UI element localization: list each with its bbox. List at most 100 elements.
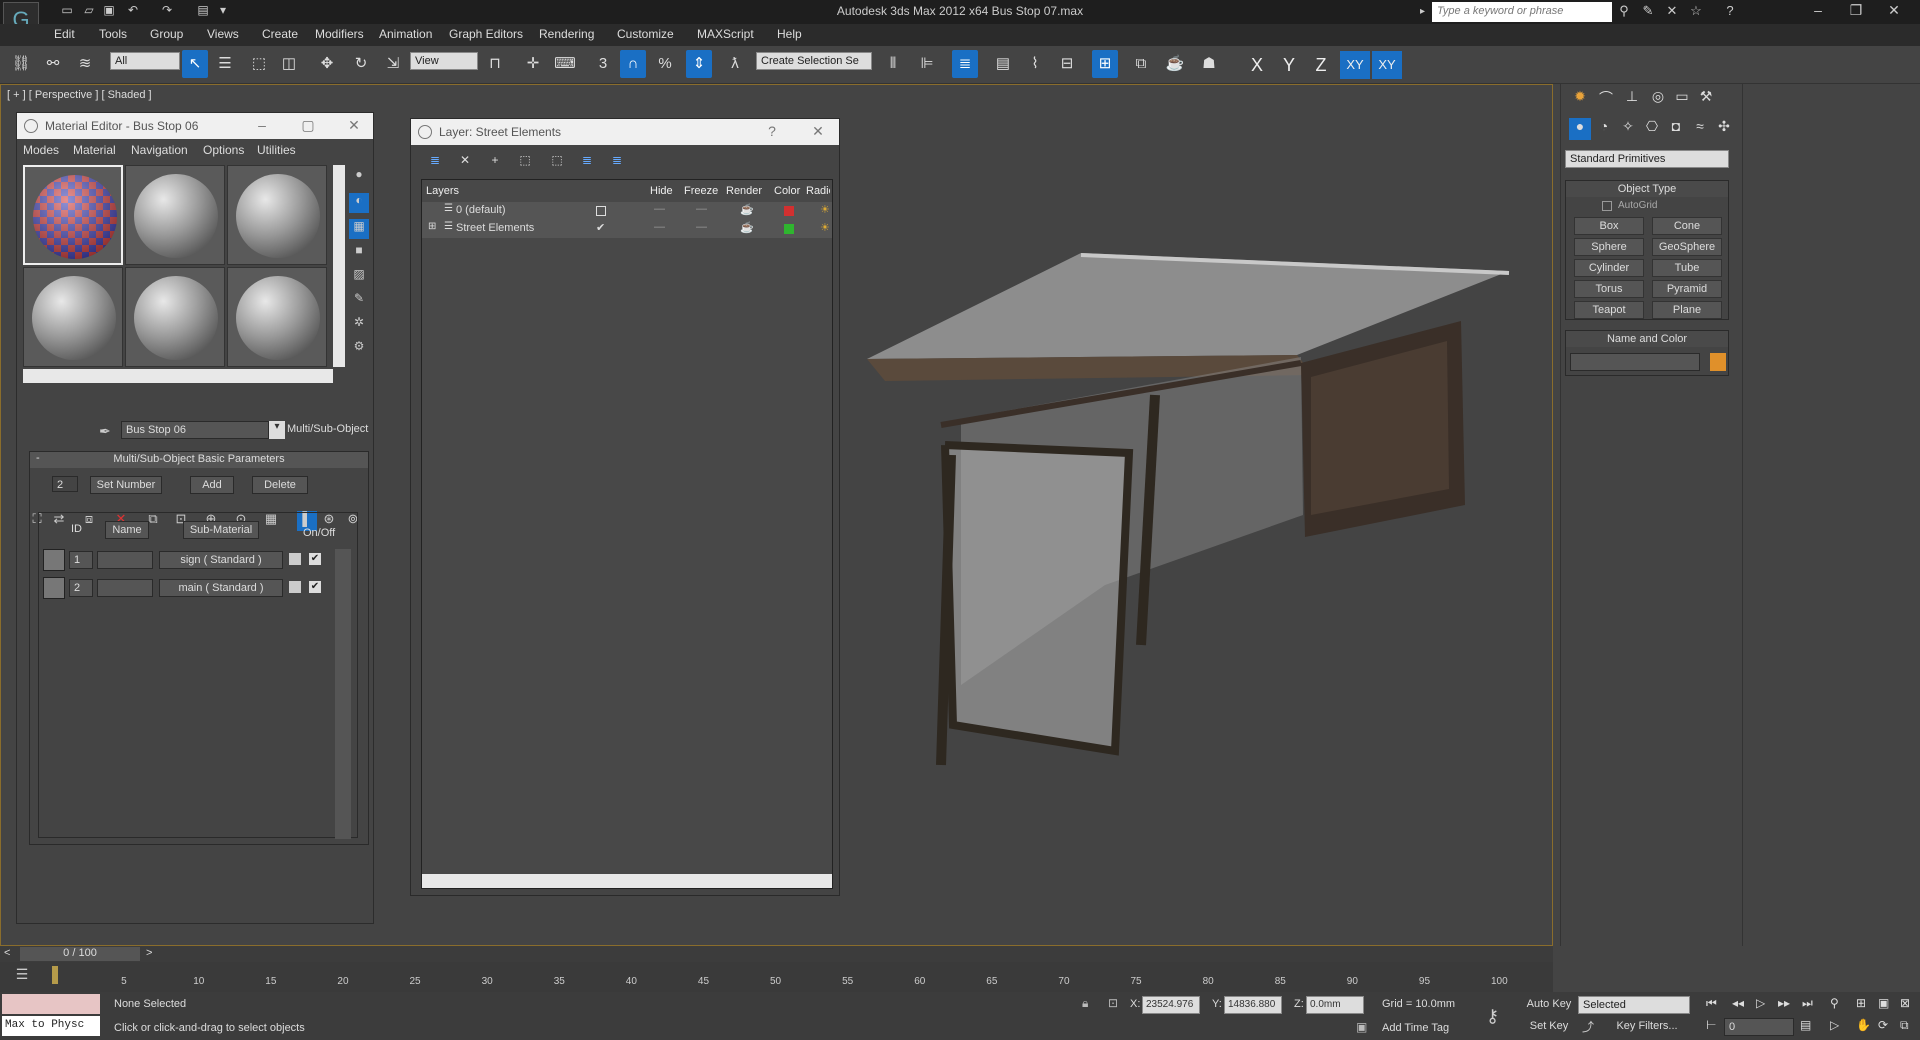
- column-freeze[interactable]: Freeze: [684, 185, 718, 197]
- select-and-move-icon[interactable]: ✥: [314, 50, 340, 78]
- mat-menu-modes[interactable]: Modes: [23, 143, 59, 157]
- communication-icon[interactable]: ✕: [1662, 3, 1682, 21]
- submaterial-enabled-checkbox-2[interactable]: ✔: [309, 581, 321, 593]
- menu-maxscript[interactable]: MAXScript: [697, 27, 754, 41]
- add-button[interactable]: Add: [190, 476, 234, 494]
- menu-group[interactable]: Group: [150, 27, 183, 41]
- keyboard-shortcut-override-icon[interactable]: ⌨: [552, 50, 578, 78]
- box-button[interactable]: Box: [1574, 217, 1644, 235]
- add-to-layer-icon[interactable]: +: [485, 153, 505, 173]
- mat-menu-material[interactable]: Material: [73, 143, 116, 157]
- bind-space-warp-icon[interactable]: ≋: [72, 50, 98, 78]
- hide-toggle[interactable]: —: [654, 221, 665, 233]
- slot-horizontal-scrollbar[interactable]: [23, 369, 333, 383]
- submaterial-id-1[interactable]: 1: [69, 551, 93, 569]
- background-checker-icon[interactable]: ▦: [349, 219, 369, 239]
- selection-filter-dropdown[interactable]: All: [110, 52, 180, 70]
- material-slot-3[interactable]: [227, 165, 327, 265]
- hierarchy-tab-icon[interactable]: ⊥: [1621, 88, 1643, 110]
- key-mode-dropdown[interactable]: Selected: [1578, 996, 1690, 1014]
- sort-by-name-button[interactable]: Name: [105, 521, 149, 539]
- cameras-icon[interactable]: ⎔: [1641, 118, 1663, 140]
- absolute-mode-icon[interactable]: ⊡: [1108, 996, 1118, 1010]
- play-icon[interactable]: ▷: [1756, 996, 1765, 1010]
- space-warps-icon[interactable]: ≈: [1689, 118, 1711, 140]
- cone-button[interactable]: Cone: [1652, 217, 1722, 235]
- geometry-icon[interactable]: ●: [1569, 118, 1591, 140]
- help-search-input[interactable]: Type a keyword or phrase: [1432, 2, 1612, 22]
- layer-manager-window[interactable]: Layer: Street Elements ? ✕ ≣ ✕ + ⬚ ⬚ ≣ ≣…: [410, 118, 840, 896]
- previous-frame-icon[interactable]: ◂◂: [1732, 996, 1744, 1010]
- render-teapot-icon[interactable]: ☕: [740, 203, 754, 216]
- layer-row[interactable]: ☰ 0 (default) — — ☕ ☀: [422, 202, 832, 220]
- set-key-button[interactable]: Set Key: [1524, 1018, 1574, 1036]
- submaterial-scrollbar[interactable]: [335, 549, 351, 839]
- shapes-icon[interactable]: ◔: [1593, 118, 1615, 140]
- sample-type-icon[interactable]: ●: [349, 167, 369, 187]
- layer-color-swatch[interactable]: [784, 224, 794, 234]
- submaterial-button-2[interactable]: main ( Standard ): [159, 579, 283, 597]
- geosphere-button[interactable]: GeoSphere: [1652, 238, 1722, 256]
- mat-menu-utilities[interactable]: Utilities: [257, 143, 296, 157]
- select-objects-in-layer-icon[interactable]: ⬚: [515, 153, 535, 173]
- help-icon[interactable]: ?: [1720, 3, 1740, 21]
- cylinder-button[interactable]: Cylinder: [1574, 259, 1644, 277]
- help-icon[interactable]: ?: [763, 123, 781, 141]
- minimize-icon[interactable]: –: [1800, 2, 1836, 22]
- z-coordinate-field[interactable]: 0.0mm: [1306, 996, 1364, 1014]
- hide-toggle[interactable]: —: [654, 203, 665, 215]
- menu-animation[interactable]: Animation: [379, 27, 432, 41]
- display-tab-icon[interactable]: ▭: [1671, 88, 1693, 110]
- spinner-snap-icon[interactable]: ⇕: [686, 50, 712, 78]
- minimize-icon[interactable]: –: [253, 117, 271, 135]
- radiosity-icon[interactable]: ☀: [820, 221, 830, 234]
- project-folder-icon[interactable]: ▤: [194, 3, 212, 19]
- current-frame-field[interactable]: 0: [1724, 1018, 1794, 1036]
- time-slider[interactable]: < 0 / 100 >: [0, 946, 1553, 962]
- constrain-y-button[interactable]: Y: [1274, 51, 1304, 79]
- delete-button[interactable]: Delete: [252, 476, 308, 494]
- mirror-icon[interactable]: ⫴: [880, 50, 906, 78]
- layer-row[interactable]: ⊞ ☰ Street Elements ✔ — — ☕ ☀: [422, 220, 832, 238]
- constrain-xy-button[interactable]: XY: [1340, 51, 1370, 79]
- layer-name[interactable]: 0 (default): [456, 204, 506, 216]
- submaterial-id-2[interactable]: 2: [69, 579, 93, 597]
- binoculars-icon[interactable]: ⚲: [1614, 3, 1634, 21]
- column-color[interactable]: Color: [774, 185, 800, 197]
- time-tag-icon[interactable]: ▣: [1356, 1020, 1367, 1034]
- sphere-button[interactable]: Sphere: [1574, 238, 1644, 256]
- align-icon[interactable]: ⊫: [914, 50, 940, 78]
- create-layer-icon[interactable]: ≣: [425, 153, 445, 173]
- search-expand-icon[interactable]: ▸: [1420, 6, 1425, 17]
- current-layer-check-icon[interactable]: ✔: [596, 221, 605, 234]
- select-layer-icon[interactable]: ⬚: [547, 153, 567, 173]
- time-prev-icon[interactable]: <: [4, 947, 10, 959]
- material-editor-icon[interactable]: ⊞: [1092, 50, 1118, 78]
- set-number-button[interactable]: Set Number: [90, 476, 162, 494]
- menu-rendering[interactable]: Rendering: [539, 27, 594, 41]
- x-coordinate-field[interactable]: 23524.976: [1142, 996, 1200, 1014]
- percent-snap-icon[interactable]: %: [652, 50, 678, 78]
- set-number-input[interactable]: 2: [52, 476, 78, 492]
- delete-layer-icon[interactable]: ✕: [455, 153, 475, 173]
- material-slot-4[interactable]: [23, 267, 123, 367]
- systems-icon[interactable]: ✣: [1713, 118, 1735, 140]
- submaterial-swatch-2[interactable]: [43, 577, 65, 599]
- constrain-z-button[interactable]: Z: [1306, 51, 1336, 79]
- mat-menu-options[interactable]: Options: [203, 143, 244, 157]
- autogrid-checkbox[interactable]: [1602, 201, 1612, 211]
- material-editor-window[interactable]: Material Editor - Bus Stop 06 – ▢ ✕ Mode…: [16, 112, 374, 924]
- go-to-start-icon[interactable]: ⏮: [1706, 996, 1717, 1011]
- select-by-material-icon[interactable]: ⚙: [349, 339, 369, 359]
- pan-icon[interactable]: ✋: [1856, 1018, 1871, 1032]
- snaps-toggle-icon[interactable]: 3: [590, 50, 616, 78]
- layer-color-swatch[interactable]: [784, 206, 794, 216]
- reference-coordinate-dropdown[interactable]: View: [410, 52, 478, 70]
- edit-named-selection-icon[interactable]: ƛ: [722, 50, 748, 78]
- orbit-icon[interactable]: ⟳: [1878, 1018, 1888, 1032]
- submaterial-button-1[interactable]: sign ( Standard ): [159, 551, 283, 569]
- auto-key-button[interactable]: Auto Key: [1524, 996, 1574, 1014]
- rendered-frame-window-icon[interactable]: ☕: [1162, 50, 1188, 78]
- unlink-icon[interactable]: ⚯: [40, 50, 66, 78]
- select-and-scale-icon[interactable]: ⇲: [380, 50, 406, 78]
